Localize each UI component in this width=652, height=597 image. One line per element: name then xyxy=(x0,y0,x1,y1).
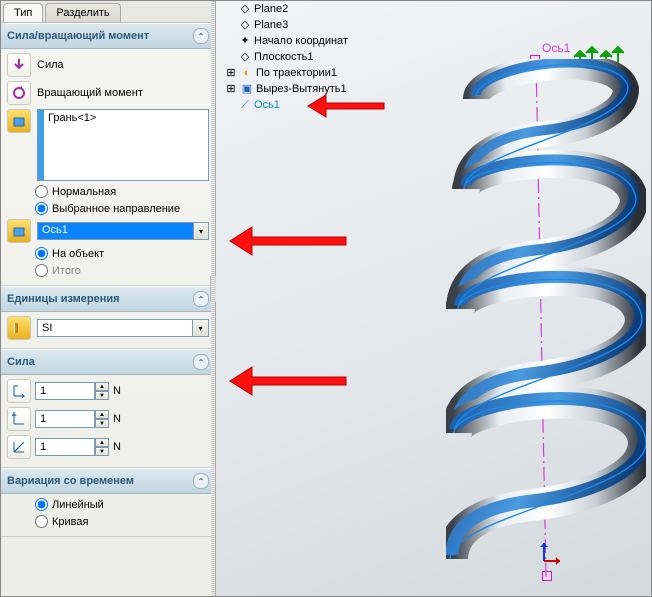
sweep-icon: ◐ xyxy=(240,66,254,80)
radio-normal-label: Нормальная xyxy=(52,186,116,198)
units-value[interactable] xyxy=(37,319,193,337)
section-time-variation-header[interactable]: Вариация со временем ⌃ xyxy=(1,468,215,494)
fz-input[interactable] xyxy=(35,438,95,456)
fz-up[interactable]: ▲ xyxy=(95,438,109,447)
annotation-arrow-icon xyxy=(228,223,348,262)
tree-plane3[interactable]: ◇Plane3 xyxy=(222,17,348,33)
radio-total[interactable] xyxy=(35,264,48,277)
section-force-header[interactable]: Сила ⌃ xyxy=(1,349,215,375)
tree-origin[interactable]: ✦Начало координат xyxy=(222,33,348,49)
radio-on-object[interactable] xyxy=(35,247,48,260)
force-label: Сила xyxy=(37,59,64,71)
tab-type[interactable]: Тип xyxy=(3,3,43,22)
tree-sweep[interactable]: ⊞◐По траектории1 xyxy=(222,65,348,81)
tree-plane2[interactable]: ◇Plane2 xyxy=(222,1,348,17)
cut-extrude-icon: ▣ xyxy=(240,82,254,96)
plane-icon: ◇ xyxy=(238,2,252,16)
radio-normal[interactable] xyxy=(35,185,48,198)
fy-icon xyxy=(7,407,31,431)
annotation-arrow-icon xyxy=(306,91,386,124)
annotation-arrow-icon xyxy=(228,363,348,402)
fx-icon xyxy=(7,379,31,403)
fx-down[interactable]: ▼ xyxy=(95,391,109,400)
radio-selected-direction[interactable] xyxy=(35,202,48,215)
fy-up[interactable]: ▲ xyxy=(95,410,109,419)
fx-up[interactable]: ▲ xyxy=(95,382,109,391)
tab-split[interactable]: Разделить xyxy=(45,3,120,22)
units-combo[interactable]: ▾ xyxy=(37,319,209,337)
direction-ref-dropdown[interactable]: ▾ xyxy=(193,222,209,240)
section-force-body: ▲▼ N ▲▼ N ▲▼ N xyxy=(1,375,215,468)
units-dropdown[interactable]: ▾ xyxy=(193,319,209,337)
panel-splitter[interactable] xyxy=(211,1,215,596)
graphics-viewport[interactable]: ◇Plane2 ◇Plane3 ✦Начало координат ◇Плоск… xyxy=(216,1,651,596)
expand-icon[interactable]: ⊞ xyxy=(224,82,238,96)
radio-linear[interactable] xyxy=(35,498,48,511)
section-force-torque-title: Сила/вращающий момент xyxy=(7,30,149,42)
section-time-variation-title: Вариация со временем xyxy=(7,475,134,487)
fy-unit: N xyxy=(113,413,121,425)
fz-unit: N xyxy=(113,441,121,453)
radio-linear-label: Линейный xyxy=(52,499,104,511)
property-panel: Тип Разделить Сила/вращающий момент ⌃ Си… xyxy=(1,1,216,596)
tree-plane1-ru[interactable]: ◇Плоскость1 xyxy=(222,49,348,65)
torque-label: Вращающий момент xyxy=(37,87,143,99)
fz-icon xyxy=(7,435,31,459)
chevron-up-icon[interactable]: ⌃ xyxy=(193,28,209,44)
plane-icon: ◇ xyxy=(238,50,252,64)
face-selection-icon xyxy=(7,109,31,133)
radio-on-object-label: На объект xyxy=(52,248,104,260)
direction-ref-field[interactable]: Ось1 ▾ xyxy=(37,222,209,240)
torque-icon[interactable] xyxy=(7,81,31,105)
face-selection-item[interactable]: Грань<1> xyxy=(48,112,96,124)
expand-icon[interactable]: ⊞ xyxy=(224,66,238,80)
section-units-header[interactable]: Единицы измерения ⌃ xyxy=(1,286,215,312)
chevron-up-icon[interactable]: ⌃ xyxy=(193,354,209,370)
units-icon xyxy=(7,316,31,340)
section-force-torque-body: Сила Вращающий момент Грань<1> Нормальна… xyxy=(1,49,215,286)
plane-icon: ◇ xyxy=(238,18,252,32)
face-selection-list[interactable]: Грань<1> xyxy=(37,109,209,181)
fx-unit: N xyxy=(113,385,121,397)
section-units-title: Единицы измерения xyxy=(7,293,120,305)
origin-icon: ✦ xyxy=(238,34,252,48)
fz-down[interactable]: ▼ xyxy=(95,447,109,456)
axis-label-3d: Ось1 xyxy=(542,41,570,55)
section-force-title: Сила xyxy=(7,356,35,368)
chevron-up-icon[interactable]: ⌃ xyxy=(193,473,209,489)
force-icon[interactable] xyxy=(7,53,31,77)
radio-selected-direction-label: Выбранное направление xyxy=(52,203,180,215)
radio-curve-label: Кривая xyxy=(52,516,88,528)
model-spiral[interactable] xyxy=(446,59,646,579)
radio-curve[interactable] xyxy=(35,515,48,528)
panel-tabs: Тип Разделить xyxy=(1,1,215,23)
section-time-variation-body: Линейный Кривая xyxy=(1,494,215,537)
axis-icon: ⟋ xyxy=(238,98,252,112)
fx-input[interactable] xyxy=(35,382,95,400)
section-units-body: ▾ xyxy=(1,312,215,349)
direction-ref-value[interactable]: Ось1 xyxy=(37,222,193,240)
fy-input[interactable] xyxy=(35,410,95,428)
section-force-torque-header[interactable]: Сила/вращающий момент ⌃ xyxy=(1,23,215,49)
chevron-up-icon[interactable]: ⌃ xyxy=(193,291,209,307)
direction-ref-icon xyxy=(7,219,31,243)
fy-down[interactable]: ▼ xyxy=(95,419,109,428)
radio-total-label: Итого xyxy=(52,265,81,277)
